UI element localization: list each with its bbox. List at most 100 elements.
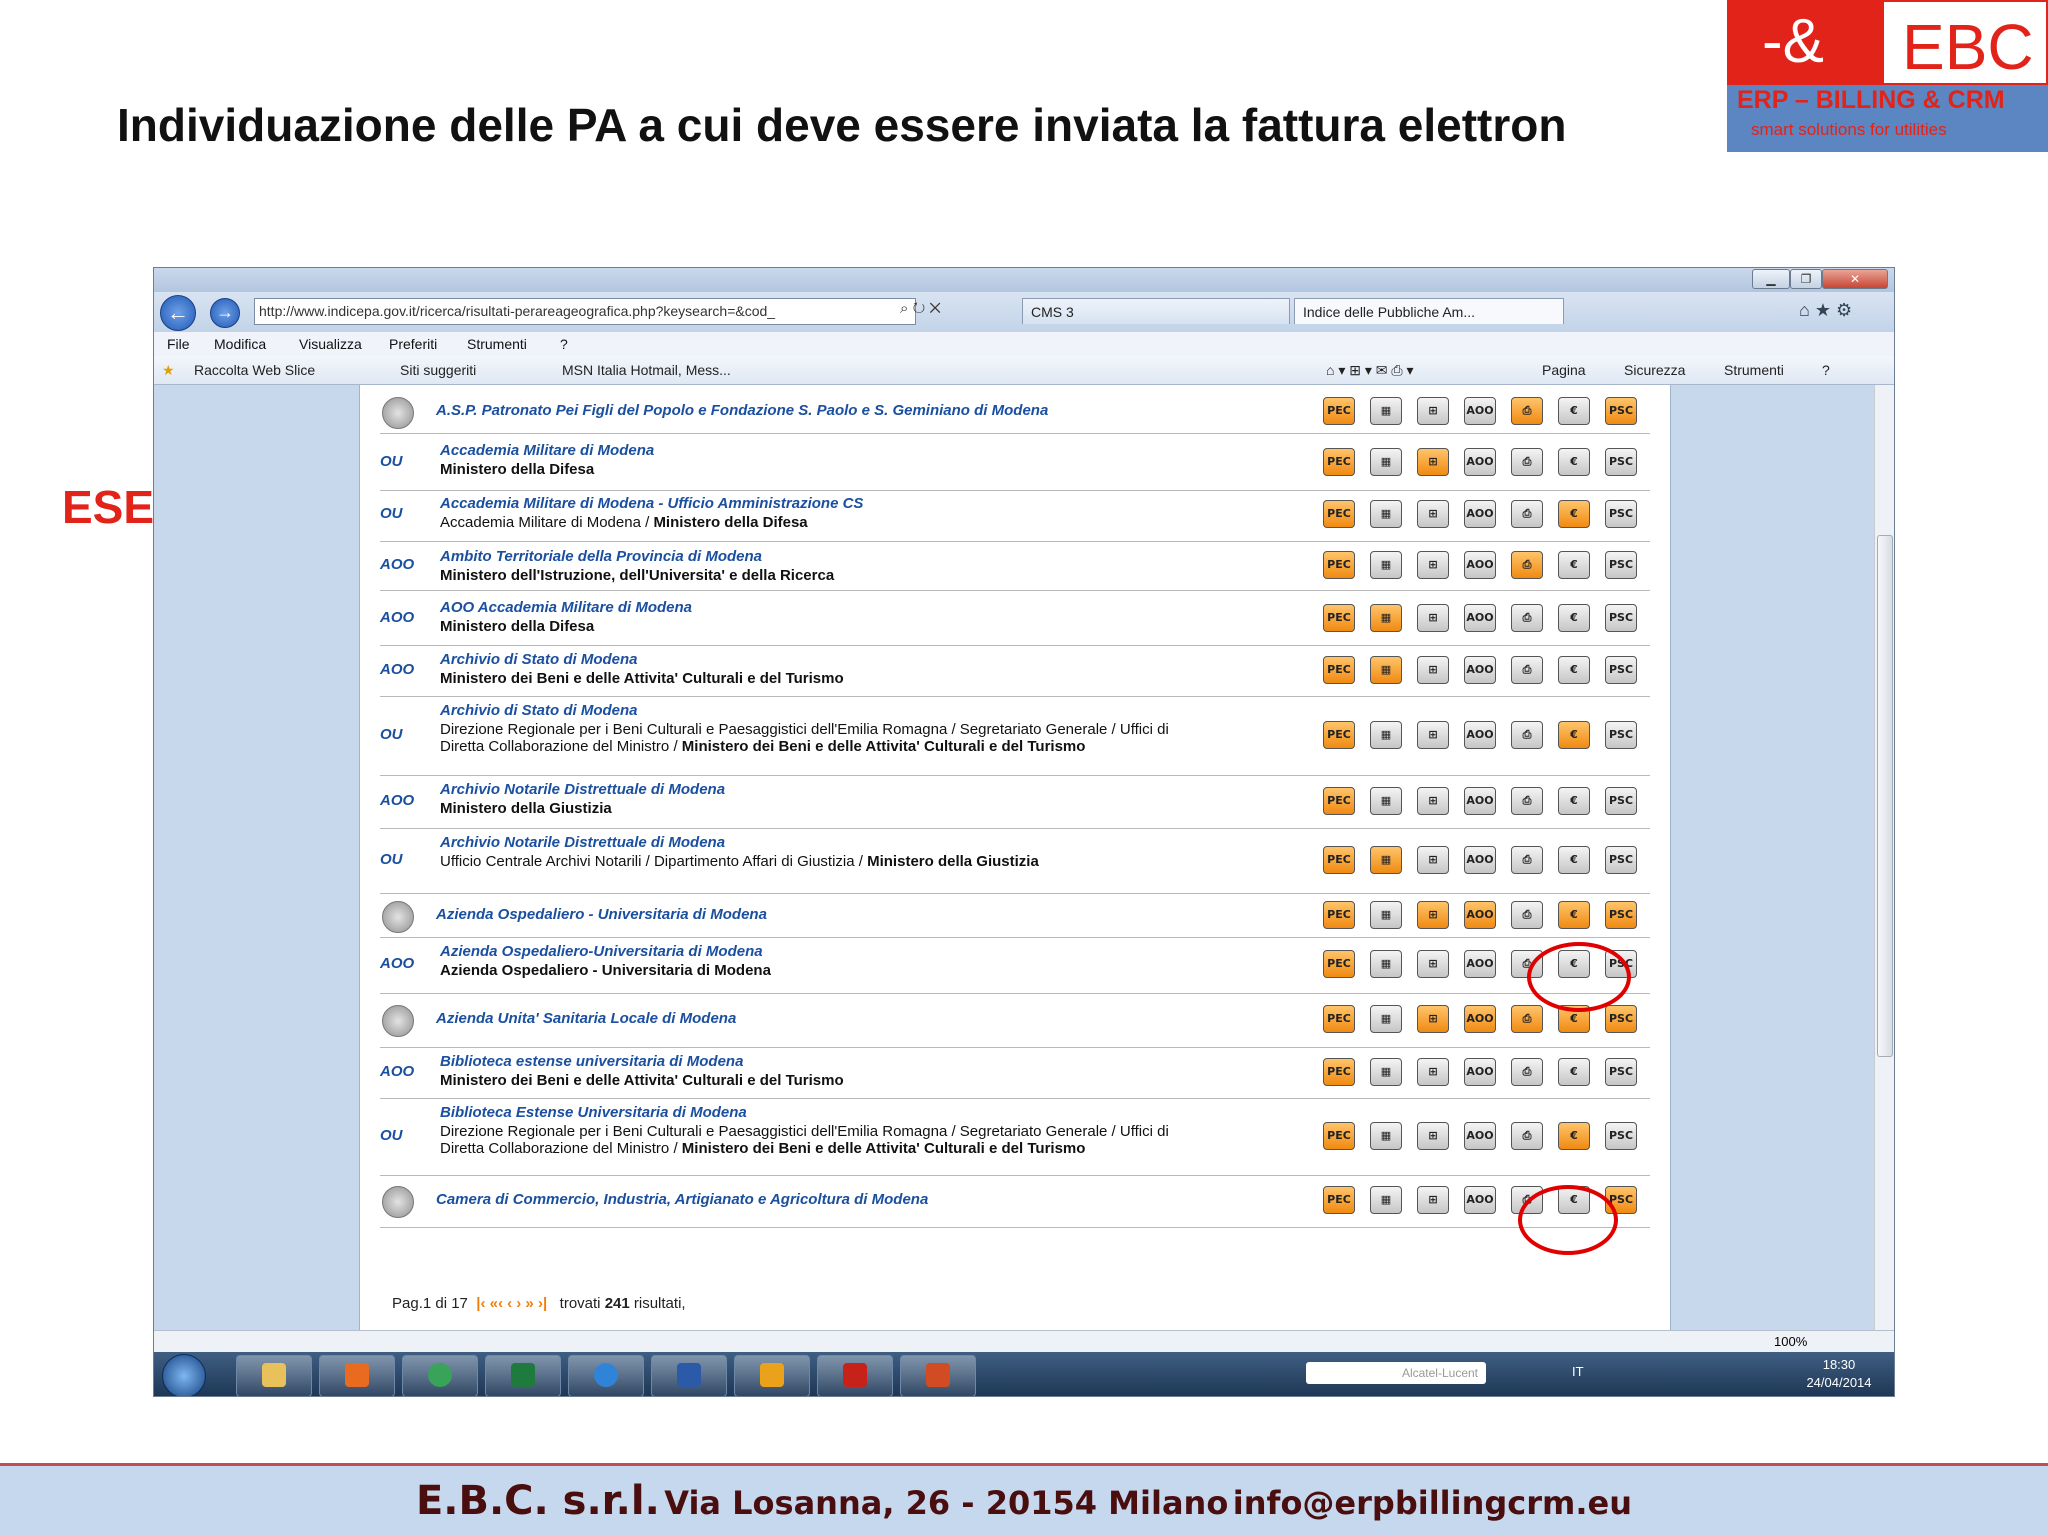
org-chart-icon[interactable]: ⊞ — [1417, 397, 1449, 425]
org-chart-icon[interactable]: ⊞ — [1417, 1122, 1449, 1150]
fax-icon[interactable]: ⎙ — [1511, 397, 1543, 425]
aoo-icon[interactable]: AOO — [1464, 1005, 1496, 1033]
psc-search-icon[interactable]: PSC — [1605, 448, 1637, 476]
org-chart-icon[interactable]: ⊞ — [1417, 721, 1449, 749]
aoo-icon[interactable]: AOO — [1464, 950, 1496, 978]
result-row[interactable]: AOO Archivio di Stato di Modena Ministero … — [380, 645, 1650, 697]
calendar-icon[interactable]: ▦ — [1370, 448, 1402, 476]
psc-search-icon[interactable]: PSC — [1605, 846, 1637, 874]
result-row[interactable]: AOO AOO Accademia Militare di Modena Minis… — [380, 593, 1650, 646]
euro-invoice-icon[interactable]: € — [1558, 1122, 1590, 1150]
psc-search-icon[interactable]: PSC — [1605, 1005, 1637, 1033]
aoo-icon[interactable]: AOO — [1464, 1186, 1496, 1214]
pec-icon[interactable]: PEC — [1323, 787, 1355, 815]
system-clock[interactable]: 18:30 24/04/2014 — [1794, 1356, 1884, 1392]
menu-modifica[interactable]: Modifica — [214, 332, 266, 356]
psc-search-icon[interactable]: PSC — [1605, 1058, 1637, 1086]
excel-taskbar-icon[interactable] — [485, 1355, 561, 1396]
menu-help[interactable]: ? — [560, 332, 568, 356]
result-title-link[interactable]: Accademia Militare di Modena - Ufficio A… — [440, 495, 863, 512]
pec-icon[interactable]: PEC — [1323, 656, 1355, 684]
chrome-taskbar-icon[interactable] — [402, 1355, 478, 1396]
result-title-link[interactable]: Azienda Ospedaliero - Universitaria di M… — [436, 906, 767, 923]
aoo-icon[interactable]: AOO — [1464, 500, 1496, 528]
home-icon[interactable]: ⌂ ▾ ⊞ ▾ ✉ ⎙ ▾ — [1326, 356, 1414, 384]
menu-preferiti[interactable]: Preferiti — [389, 332, 437, 356]
calendar-icon[interactable]: ▦ — [1370, 1058, 1402, 1086]
org-chart-icon[interactable]: ⊞ — [1417, 551, 1449, 579]
word-taskbar-icon[interactable] — [651, 1355, 727, 1396]
euro-invoice-icon[interactable]: € — [1558, 397, 1590, 425]
aoo-icon[interactable]: AOO — [1464, 1058, 1496, 1086]
scrollbar-thumb[interactable] — [1877, 535, 1893, 1057]
acrobat-taskbar-icon[interactable] — [817, 1355, 893, 1396]
aoo-icon[interactable]: AOO — [1464, 846, 1496, 874]
calendar-icon[interactable]: ▦ — [1370, 500, 1402, 528]
pec-icon[interactable]: PEC — [1323, 397, 1355, 425]
aoo-icon[interactable]: AOO — [1464, 1122, 1496, 1150]
menu-visualizza[interactable]: Visualizza — [299, 332, 362, 356]
euro-invoice-icon[interactable]: € — [1558, 787, 1590, 815]
org-chart-icon[interactable]: ⊞ — [1417, 1005, 1449, 1033]
powerpoint-taskbar-icon[interactable] — [900, 1355, 976, 1396]
pec-icon[interactable]: PEC — [1323, 721, 1355, 749]
result-title-link[interactable]: Archivio Notarile Distrettuale di Modena — [440, 781, 725, 798]
calendar-icon[interactable]: ▦ — [1370, 656, 1402, 684]
forward-icon[interactable]: → — [210, 298, 240, 328]
fax-icon[interactable]: ⎙ — [1511, 901, 1543, 929]
result-title-link[interactable]: Archivio di Stato di Modena — [440, 702, 638, 719]
start-button[interactable] — [162, 1354, 206, 1396]
ie-taskbar-icon[interactable] — [568, 1355, 644, 1396]
psc-search-icon[interactable]: PSC — [1605, 397, 1637, 425]
result-row[interactable]: OU Archivio di Stato di Modena Direzione R… — [380, 696, 1650, 776]
vertical-scrollbar[interactable] — [1874, 385, 1894, 1330]
result-title-link[interactable]: Azienda Unita' Sanitaria Locale di Moden… — [436, 1010, 736, 1027]
org-chart-icon[interactable]: ⊞ — [1417, 846, 1449, 874]
fax-icon[interactable]: ⎙ — [1511, 846, 1543, 874]
result-title-link[interactable]: Biblioteca Estense Universitaria di Mode… — [440, 1104, 747, 1121]
euro-invoice-icon[interactable]: € — [1558, 846, 1590, 874]
result-row[interactable]: AOO Archivio Notarile Distrettuale di Mod… — [380, 775, 1650, 829]
result-row[interactable]: A.S.P. Patronato Pei Figli del Popolo e … — [380, 391, 1650, 434]
euro-invoice-icon[interactable]: € — [1558, 604, 1590, 632]
euro-invoice-icon[interactable]: € — [1558, 1058, 1590, 1086]
org-chart-icon[interactable]: ⊞ — [1417, 950, 1449, 978]
menu-strumenti[interactable]: Strumenti — [467, 332, 527, 356]
result-title-link[interactable]: Azienda Ospedaliero-Universitaria di Mod… — [440, 943, 763, 960]
calendar-icon[interactable]: ▦ — [1370, 721, 1402, 749]
org-chart-icon[interactable]: ⊞ — [1417, 500, 1449, 528]
fax-icon[interactable]: ⎙ — [1511, 551, 1543, 579]
fax-icon[interactable]: ⎙ — [1511, 1122, 1543, 1150]
result-row[interactable]: Azienda Ospedaliero - Universitaria di M… — [380, 895, 1650, 938]
pager-arrows[interactable]: |‹ «‹ ‹ › » ›| — [472, 1295, 555, 1312]
pec-icon[interactable]: PEC — [1323, 1058, 1355, 1086]
result-row[interactable]: Camera di Commercio, Industria, Artigian… — [380, 1175, 1650, 1228]
euro-invoice-icon[interactable]: € — [1558, 656, 1590, 684]
aoo-icon[interactable]: AOO — [1464, 551, 1496, 579]
explorer-taskbar-icon[interactable] — [236, 1355, 312, 1396]
fax-icon[interactable]: ⎙ — [1511, 787, 1543, 815]
pec-icon[interactable]: PEC — [1323, 950, 1355, 978]
calendar-icon[interactable]: ▦ — [1370, 1186, 1402, 1214]
cmd-strumenti[interactable]: Strumenti — [1724, 356, 1784, 384]
result-row[interactable]: AOO Azienda Ospedaliero-Universitaria di … — [380, 937, 1650, 994]
result-title-link[interactable]: Accademia Militare di Modena — [440, 442, 654, 459]
aoo-icon[interactable]: AOO — [1464, 656, 1496, 684]
aoo-icon[interactable]: AOO — [1464, 397, 1496, 425]
result-title-link[interactable]: AOO Accademia Militare di Modena — [440, 599, 692, 616]
psc-search-icon[interactable]: PSC — [1605, 787, 1637, 815]
cmd-pagina[interactable]: Pagina — [1542, 356, 1586, 384]
euro-invoice-icon[interactable]: € — [1558, 448, 1590, 476]
result-row[interactable]: OU Accademia Militare di Modena - Ufficio… — [380, 489, 1650, 542]
fax-icon[interactable]: ⎙ — [1511, 1058, 1543, 1086]
pec-icon[interactable]: PEC — [1323, 1122, 1355, 1150]
fax-icon[interactable]: ⎙ — [1511, 604, 1543, 632]
org-chart-icon[interactable]: ⊞ — [1417, 448, 1449, 476]
favorites-star-icon[interactable]: ★ — [162, 356, 175, 384]
fax-icon[interactable]: ⎙ — [1511, 448, 1543, 476]
tab-indicepa[interactable]: Indice delle Pubbliche Am... — [1294, 298, 1564, 324]
pec-icon[interactable]: PEC — [1323, 448, 1355, 476]
org-chart-icon[interactable]: ⊞ — [1417, 604, 1449, 632]
result-row[interactable]: OU Archivio Notarile Distrettuale di Mode… — [380, 828, 1650, 894]
calendar-icon[interactable]: ▦ — [1370, 901, 1402, 929]
